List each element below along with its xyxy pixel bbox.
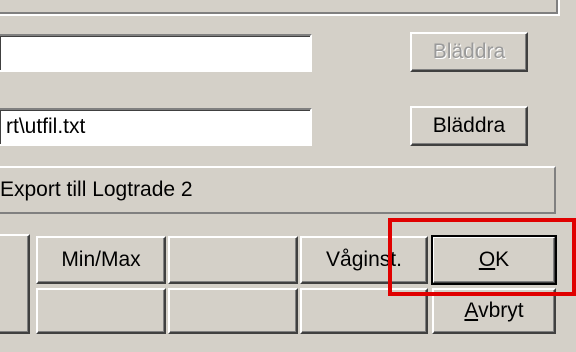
right-frame-edge	[556, 0, 560, 14]
export-panel: Export till Logtrade 2	[0, 166, 556, 214]
browse-button-2-label: Bläddra	[432, 114, 506, 137]
browse-button-2[interactable]: Bläddra	[410, 106, 528, 146]
browse-button-1-label: Bläddra	[432, 40, 506, 63]
export-panel-label: Export till Logtrade 2	[0, 178, 193, 201]
top-frame-edge	[0, 0, 560, 14]
minmax-button-label: Min/Max	[61, 248, 141, 271]
cancel-rest: vbryt	[478, 299, 524, 322]
path-input-1[interactable]	[0, 34, 312, 72]
cancel-mnemonic: A	[464, 299, 479, 322]
cancel-button[interactable]: Avbryt	[432, 288, 556, 334]
vaginst-button[interactable]: Våginst.	[300, 236, 428, 284]
browse-button-1[interactable]: Bläddra	[410, 32, 528, 72]
vaginst-button-label: Våginst.	[326, 248, 402, 271]
cancel-button-label: Avbryt	[464, 299, 523, 323]
empty-button-r1c2[interactable]	[168, 236, 298, 284]
empty-button-r2c2[interactable]	[168, 288, 298, 334]
path-input-2[interactable]: rt\utfil.txt	[0, 108, 312, 146]
left-partial-button[interactable]	[0, 234, 30, 334]
minmax-button[interactable]: Min/Max	[36, 236, 166, 284]
empty-button-r2c3[interactable]	[300, 288, 428, 334]
empty-button-r2c1[interactable]	[36, 288, 166, 334]
ok-rest: K	[495, 248, 510, 271]
ok-mnemonic: O	[478, 248, 496, 271]
path-input-2-value: rt\utfil.txt	[6, 115, 86, 138]
ok-button-label: OK	[479, 248, 509, 272]
ok-button[interactable]: OK	[431, 235, 557, 285]
